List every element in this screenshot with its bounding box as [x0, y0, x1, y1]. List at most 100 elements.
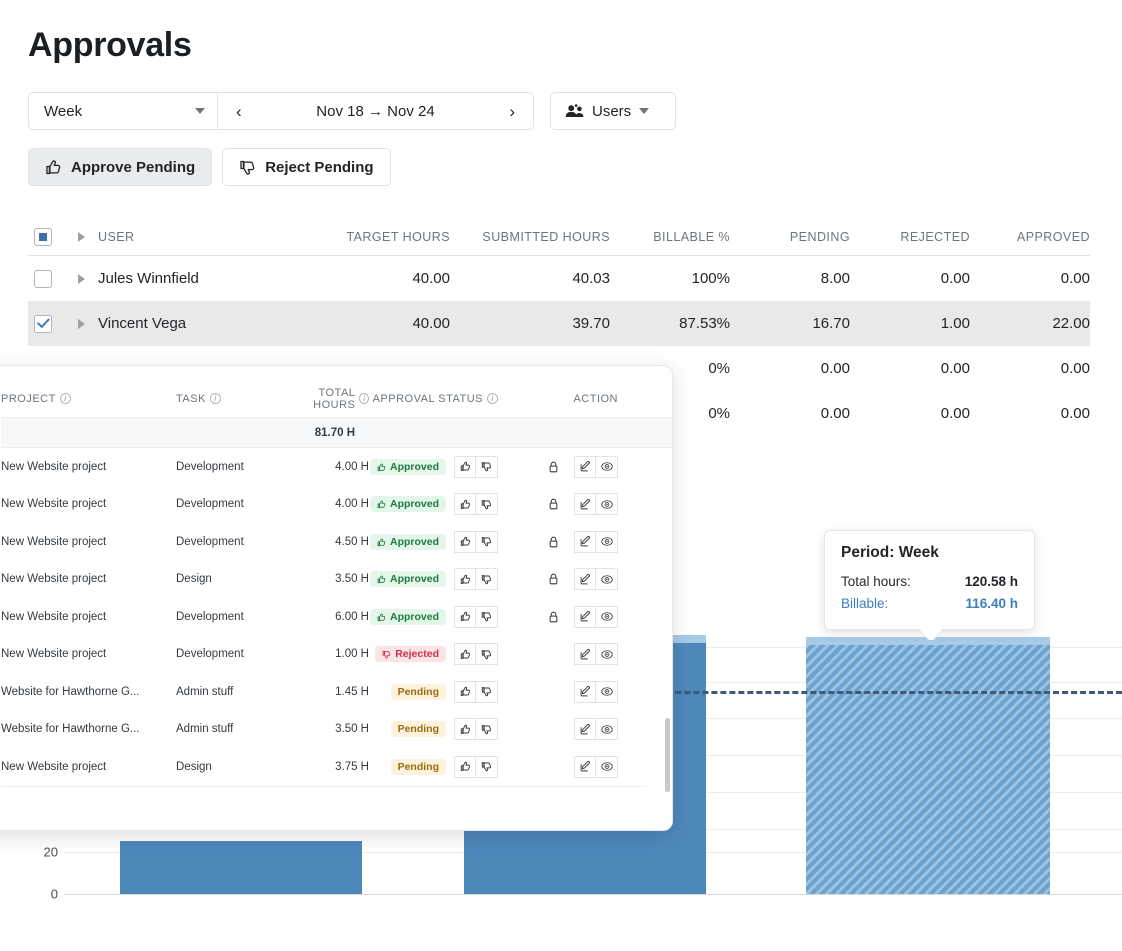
detail-cell-task: Design — [176, 761, 286, 773]
edit-entry-button[interactable] — [574, 606, 596, 628]
detail-table-row[interactable]: New Website projectDevelopment4.00 HAppr… — [1, 448, 673, 486]
detail-table-row[interactable]: New Website projectDevelopment1.00 HReje… — [1, 636, 673, 674]
reject-entry-button[interactable] — [476, 493, 498, 515]
reject-entry-button[interactable] — [476, 718, 498, 740]
row-select-cell — [28, 315, 64, 333]
reject-entry-button[interactable] — [476, 531, 498, 553]
detail-table-row[interactable]: New Website projectDevelopment4.50 HAppr… — [1, 523, 673, 561]
view-entry-button[interactable] — [596, 643, 618, 665]
users-filter-button[interactable]: Users — [550, 92, 676, 130]
column-header-rejected[interactable]: REJECTED — [850, 230, 970, 244]
view-entry-button[interactable] — [596, 493, 618, 515]
reject-entry-button[interactable] — [476, 681, 498, 703]
status-badge-label: Pending — [398, 723, 439, 735]
period-select[interactable]: Week — [28, 92, 217, 130]
view-entry-button[interactable] — [596, 531, 618, 553]
edit-entry-button[interactable] — [574, 493, 596, 515]
row-expand-cell — [64, 274, 98, 284]
detail-table-row[interactable]: Website for Hawthorne G...Admin stuff1.4… — [1, 673, 673, 711]
detail-table-row[interactable]: New Website projectDesign3.50 HApproved — [1, 561, 673, 599]
detail-panel-scrollbar[interactable] — [665, 718, 670, 792]
approve-entry-button[interactable] — [454, 493, 476, 515]
info-icon[interactable]: i — [60, 393, 71, 404]
detail-column-project-label: PROJECT — [1, 393, 56, 405]
column-header-pending[interactable]: PENDING — [730, 230, 850, 244]
approve-entry-button[interactable] — [454, 456, 476, 478]
column-header-user[interactable]: USER — [98, 230, 290, 244]
approve-entry-button[interactable] — [454, 568, 476, 590]
approve-entry-button[interactable] — [454, 606, 476, 628]
reject-entry-button[interactable] — [476, 568, 498, 590]
detail-table-row[interactable]: Website for Hawthorne G...Admin stuff3.5… — [1, 711, 673, 749]
detail-column-approval-status[interactable]: APPROVAL STATUS i — [369, 393, 498, 405]
detail-cell-action — [498, 718, 638, 740]
detail-table-row[interactable]: New Website projectDevelopment4.00 HAppr… — [1, 486, 673, 524]
next-period-button[interactable]: › — [507, 103, 517, 120]
detail-column-total-hours[interactable]: TOTAL HOURS i — [286, 387, 369, 411]
edit-entry-button[interactable] — [574, 531, 596, 553]
view-entry-button[interactable] — [596, 718, 618, 740]
detail-column-total-hours-label: TOTAL HOURS — [286, 387, 355, 411]
reject-entry-button[interactable] — [476, 756, 498, 778]
detail-column-project[interactable]: PROJECT i — [1, 393, 176, 405]
row-action-buttons — [574, 456, 618, 478]
edit-entry-button[interactable] — [574, 756, 596, 778]
detail-cell-task: Admin stuff — [176, 723, 286, 735]
approve-entry-button[interactable] — [454, 681, 476, 703]
users-icon — [565, 104, 585, 118]
chart-bar[interactable] — [120, 841, 362, 894]
reject-entry-button[interactable] — [476, 606, 498, 628]
column-header-submitted-hours[interactable]: SUBMITTED HOURS — [450, 230, 610, 244]
detail-cell-status: Pending — [369, 756, 498, 778]
table-row[interactable]: Jules Winnfield 40.00 40.03 100% 8.00 0.… — [28, 256, 1090, 301]
detail-panel-content: PROJECT i TASK i TOTAL HOURS i APPROVAL … — [1, 366, 673, 831]
column-header-target-hours[interactable]: TARGET HOURS — [290, 230, 450, 244]
chevron-right-icon[interactable] — [78, 232, 85, 242]
edit-entry-button[interactable] — [574, 568, 596, 590]
view-entry-button[interactable] — [596, 568, 618, 590]
column-header-approved[interactable]: APPROVED — [970, 230, 1090, 244]
reject-pending-button[interactable]: Reject Pending — [222, 148, 390, 186]
chart-bar-highlighted[interactable] — [806, 645, 1050, 894]
detail-cell-status: Approved — [369, 493, 498, 515]
row-checkbox[interactable] — [34, 315, 52, 333]
edit-entry-button[interactable] — [574, 643, 596, 665]
tooltip-total-hours-label: Total hours: — [841, 571, 911, 593]
approve-entry-button[interactable] — [454, 531, 476, 553]
view-entry-button[interactable] — [596, 606, 618, 628]
edit-entry-button[interactable] — [574, 456, 596, 478]
column-header-billable-pct[interactable]: BILLABLE % — [610, 230, 730, 244]
cell-rejected: 0.00 — [850, 405, 970, 422]
table-row[interactable]: Vincent Vega 40.00 39.70 87.53% 16.70 1.… — [28, 301, 1090, 346]
info-icon[interactable]: i — [210, 393, 221, 404]
chevron-right-icon[interactable] — [78, 274, 85, 284]
status-badge: Approved — [370, 459, 446, 475]
view-entry-button[interactable] — [596, 756, 618, 778]
approve-entry-button[interactable] — [454, 718, 476, 740]
detail-column-task[interactable]: TASK i — [176, 393, 286, 405]
edit-entry-button[interactable] — [574, 718, 596, 740]
select-all-checkbox[interactable] — [34, 228, 52, 246]
detail-cell-status: Approved — [369, 606, 498, 628]
approve-pending-button[interactable]: Approve Pending — [28, 148, 212, 186]
view-entry-button[interactable] — [596, 681, 618, 703]
tooltip-arrow — [919, 629, 941, 640]
row-action-buttons — [574, 643, 618, 665]
detail-table-row[interactable]: New Website projectDesign3.75 HPending — [1, 748, 673, 786]
row-checkbox[interactable] — [34, 270, 52, 288]
detail-table-row[interactable]: New Website projectDevelopment6.00 HAppr… — [1, 598, 673, 636]
info-icon[interactable]: i — [359, 393, 369, 404]
reject-entry-button[interactable] — [476, 456, 498, 478]
view-entry-button[interactable] — [596, 456, 618, 478]
prev-period-button[interactable]: ‹ — [234, 103, 244, 120]
approve-entry-button[interactable] — [454, 756, 476, 778]
chevron-right-icon[interactable] — [78, 319, 85, 329]
lock-icon — [540, 498, 566, 510]
edit-entry-button[interactable] — [574, 681, 596, 703]
detail-cell-project: Website for Hawthorne G... — [1, 686, 176, 698]
info-icon[interactable]: i — [487, 393, 498, 404]
approve-entry-button[interactable] — [454, 643, 476, 665]
tooltip-billable-row: Billable: 116.40 h — [841, 593, 1018, 615]
detail-cell-hours: 3.75 H — [286, 761, 369, 773]
reject-entry-button[interactable] — [476, 643, 498, 665]
